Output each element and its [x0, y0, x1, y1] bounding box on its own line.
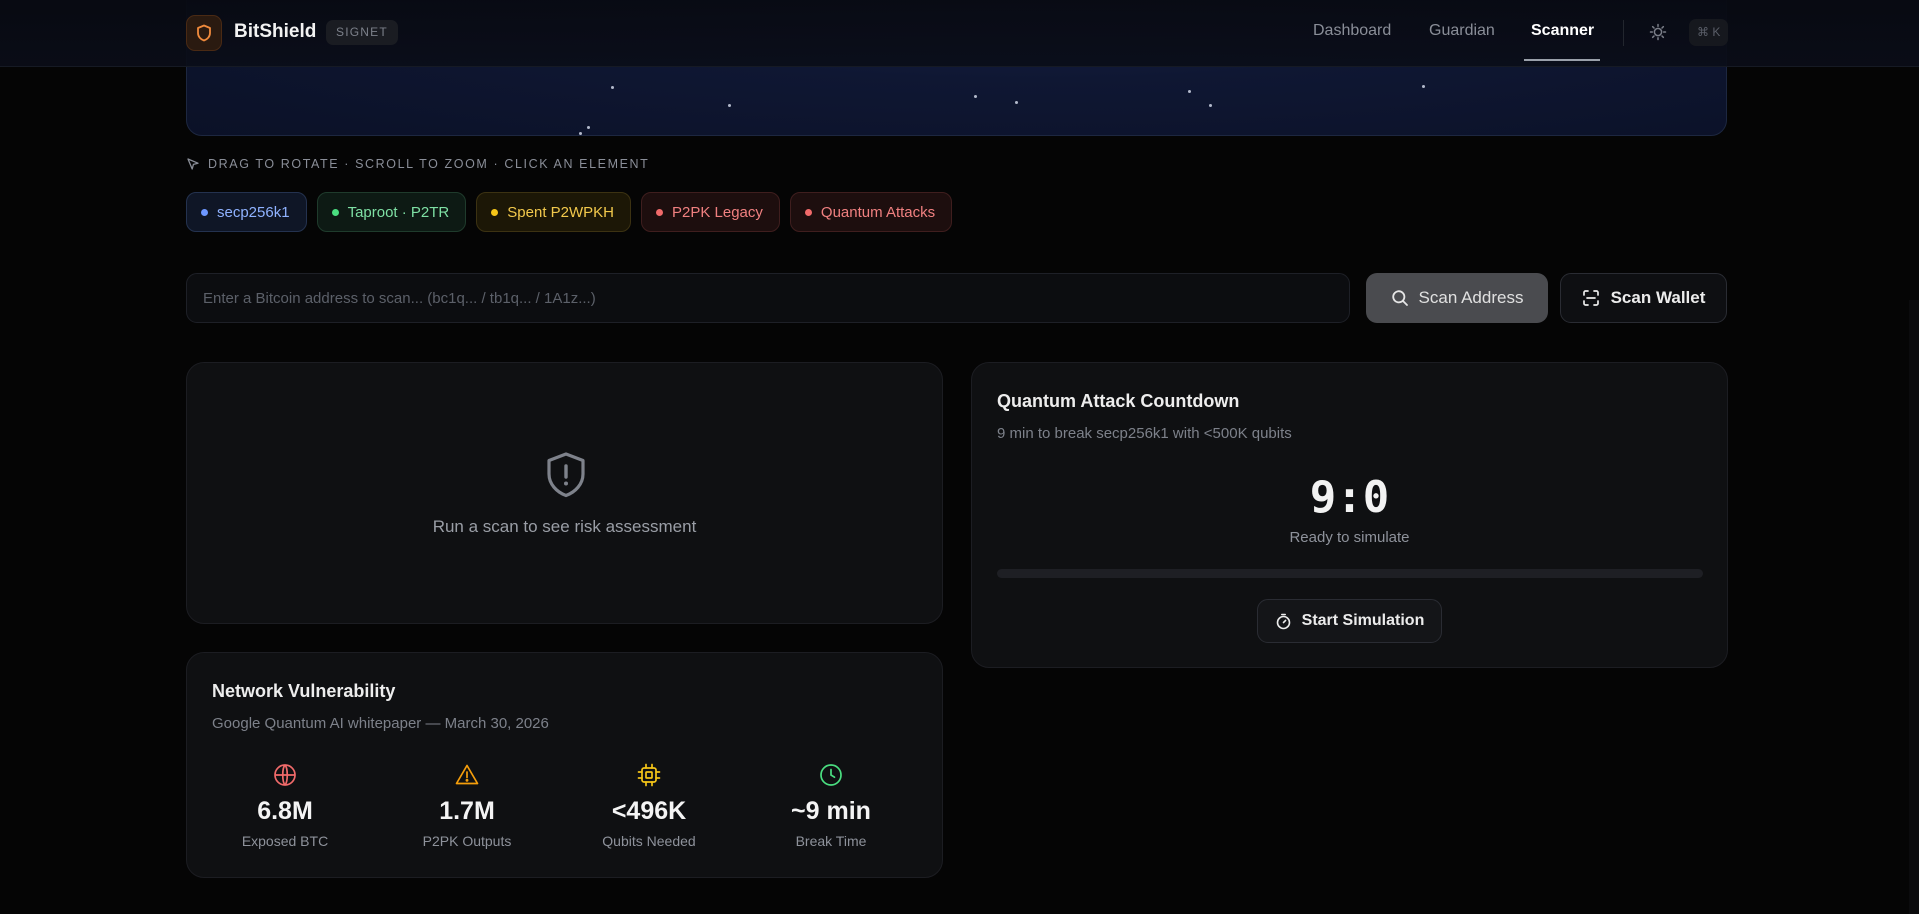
start-simulation-button[interactable]: Start Simulation [1257, 599, 1442, 643]
command-palette-shortcut[interactable]: ⌘ K [1689, 19, 1729, 46]
page-scrollbar[interactable] [1909, 300, 1919, 914]
stat-exposed-btc: 6.8M Exposed BTC [194, 763, 376, 849]
chip-label: secp256k1 [217, 203, 290, 221]
cursor-icon [187, 158, 199, 170]
stat-value: 6.8M [257, 797, 313, 825]
legend-dot [331, 208, 339, 216]
stat-p2pk-outputs: 1.7M P2PK Outputs [376, 763, 558, 849]
legend-dot [491, 208, 499, 216]
chip-label: Spent P2WPKH [507, 203, 614, 221]
stopwatch-icon [1276, 613, 1290, 629]
scan-wallet-label: Scan Wallet [1610, 288, 1706, 307]
search-icon [1391, 290, 1408, 306]
risk-assessment-card: Run a scan to see risk assessment [186, 362, 943, 624]
scan-address-button[interactable]: Scan Address [1366, 273, 1548, 323]
nav-guardian[interactable]: Guardian [1429, 22, 1495, 40]
network-vulnerability-subtitle: Google Quantum AI whitepaper — March 30,… [212, 715, 549, 732]
globe-icon [274, 764, 296, 786]
legend-dot [656, 208, 663, 216]
active-nav-indicator [1524, 59, 1600, 61]
chip-quantum-attacks[interactable]: Quantum Attacks [789, 192, 953, 232]
stat-break-time: ~9 min Break Time [740, 763, 922, 849]
nav-dashboard[interactable]: Dashboard [1313, 22, 1391, 40]
star [728, 104, 731, 107]
star [611, 86, 614, 89]
chip-label: Quantum Attacks [820, 203, 936, 221]
clock-icon [820, 764, 842, 786]
nav-scanner[interactable]: Scanner [1531, 22, 1594, 40]
shield-alert-icon [547, 452, 585, 498]
risk-empty-state-text: Run a scan to see risk assessment [432, 517, 697, 536]
star [587, 126, 590, 129]
stat-label: Qubits Needed [602, 833, 696, 849]
countdown-timer: 9:0 [1309, 472, 1390, 523]
chip-label: Taproot · P2TR [347, 203, 450, 221]
legend-dot [201, 208, 208, 216]
start-simulation-label: Start Simulation [1301, 612, 1425, 629]
stat-label: Exposed BTC [241, 833, 329, 849]
network-badge: SIGNET [326, 20, 398, 45]
star [1015, 101, 1018, 104]
legend-dot [804, 208, 812, 216]
countdown-subtitle: 9 min to break secp256k1 with <500K qubi… [997, 425, 1292, 442]
viewer-hint-text: DRAG TO ROTATE · SCROLL TO ZOOM · CLICK … [208, 157, 650, 171]
network-vulnerability-title: Network Vulnerability [212, 681, 396, 701]
scan-frame-icon [1582, 290, 1599, 306]
countdown-title: Quantum Attack Countdown [997, 391, 1240, 411]
network-vulnerability-card: Network Vulnerability Google Quantum AI … [186, 652, 943, 878]
chip-spent-p2wpkh[interactable]: Spent P2WPKH [476, 192, 631, 232]
brand-name[interactable]: BitShield [234, 21, 316, 43]
stat-value: 1.7M [439, 797, 495, 825]
scan-address-label: Scan Address [1418, 288, 1524, 307]
star [579, 132, 582, 135]
chip-secp256k1[interactable]: secp256k1 [186, 192, 307, 232]
stat-label: P2PK Outputs [422, 833, 512, 849]
star [1188, 90, 1191, 93]
chip-icon [637, 763, 661, 787]
chip-taproot[interactable]: Taproot · P2TR [316, 192, 467, 232]
countdown-progress-bar [997, 569, 1703, 578]
countdown-status: Ready to simulate [1289, 529, 1410, 546]
stat-value: <496K [611, 797, 687, 825]
quantum-countdown-card: Quantum Attack Countdown 9 min to break … [971, 362, 1728, 668]
scanner-page: BitShield SIGNET Dashboard Guardian Scan… [0, 0, 1919, 914]
chip-label: P2PK Legacy [672, 203, 763, 221]
stat-qubits-needed: <496K Qubits Needed [558, 763, 740, 849]
chip-p2pk-legacy[interactable]: P2PK Legacy [641, 192, 780, 232]
nav-divider [1623, 20, 1624, 46]
star [1209, 104, 1212, 107]
stat-label: Break Time [795, 833, 867, 849]
sun-icon[interactable] [1648, 22, 1668, 42]
star [974, 95, 977, 98]
viewer-hint: DRAG TO ROTATE · SCROLL TO ZOOM · CLICK … [186, 157, 649, 171]
scan-wallet-button[interactable]: Scan Wallet [1560, 273, 1727, 323]
star [1422, 85, 1425, 88]
shield-logo-icon[interactable] [186, 15, 222, 51]
bitcoin-address-input[interactable] [186, 273, 1350, 323]
stat-value: ~9 min [791, 797, 871, 825]
top-navbar: BitShield SIGNET Dashboard Guardian Scan… [0, 0, 1919, 67]
warning-icon [455, 764, 479, 785]
element-legend: secp256k1 Taproot · P2TR Spent P2WPKH P2… [186, 192, 953, 232]
